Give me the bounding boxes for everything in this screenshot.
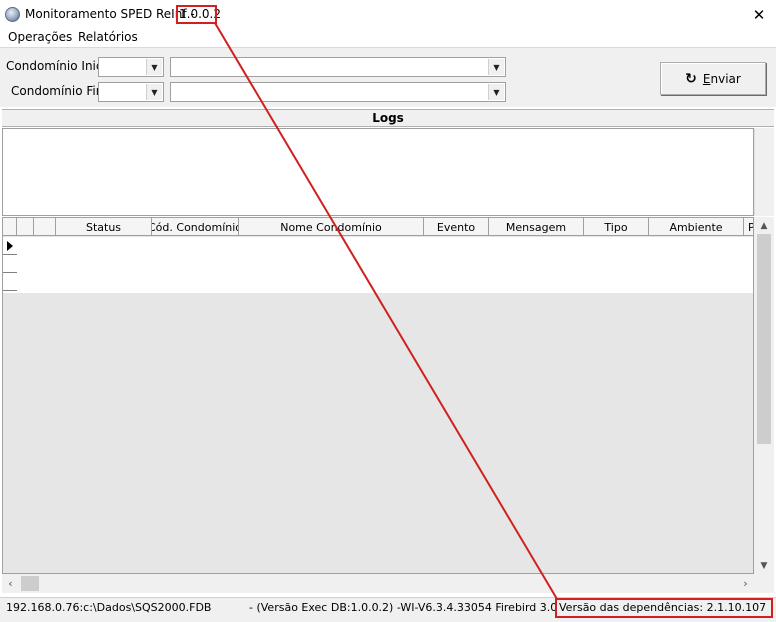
menu-operacoes[interactable]: Operações: [8, 30, 72, 44]
status-exec-info: - (Versão Exec DB:1.0.0.2) -WI-V6.3.4.33…: [249, 601, 558, 614]
logs-header: Logs: [2, 109, 774, 127]
current-row-arrow-icon: [7, 241, 13, 251]
grid-header-cod-condominio[interactable]: Cód. Condomínio: [152, 218, 239, 236]
grid-header-tipo[interactable]: Tipo: [584, 218, 649, 236]
initial-condo-name-select[interactable]: ▼: [170, 57, 506, 77]
grid-header: Status Cód. Condomínio Nome Condomínio E…: [3, 218, 753, 236]
scroll-up-icon[interactable]: ▲: [754, 217, 774, 234]
grid-body[interactable]: [3, 237, 753, 293]
grid-header-select[interactable]: [17, 218, 34, 236]
logs-scrollbar[interactable]: [754, 128, 774, 216]
chevron-down-icon[interactable]: ▼: [488, 59, 504, 75]
grid-vertical-scrollbar[interactable]: ▲ ▼: [754, 217, 774, 574]
grid-header-p[interactable]: P: [744, 218, 753, 236]
scrollbar-corner: [754, 574, 774, 593]
horizontal-scroll-thumb[interactable]: [21, 576, 39, 591]
refresh-icon: ↻: [685, 70, 697, 87]
scroll-down-icon[interactable]: ▼: [754, 557, 774, 574]
grid-header-status[interactable]: Status: [56, 218, 152, 236]
grid-header-nome-condominio[interactable]: Nome Condomínio: [239, 218, 424, 236]
grid-horizontal-scrollbar[interactable]: ‹ ›: [2, 574, 754, 593]
grid-header-mensagem[interactable]: Mensagem: [489, 218, 584, 236]
chevron-down-icon[interactable]: ▼: [488, 84, 504, 100]
close-icon[interactable]: ✕: [746, 3, 772, 27]
status-database: 192.168.0.76:c:\Dados\SQS2000.FDB: [6, 601, 212, 614]
logs-textarea[interactable]: [2, 128, 754, 216]
grid-header-blank: [34, 218, 56, 236]
scroll-left-icon[interactable]: ‹: [2, 574, 19, 593]
annotation-box-dependencies: [555, 598, 773, 618]
send-button-label: Enviar: [702, 71, 741, 86]
grid-header-indicator: [3, 218, 17, 236]
events-grid[interactable]: Status Cód. Condomínio Nome Condomínio E…: [2, 217, 754, 574]
final-condo-name-select[interactable]: ▼: [170, 82, 506, 102]
grid-header-evento[interactable]: Evento: [424, 218, 489, 236]
grid-header-ambiente[interactable]: Ambiente: [649, 218, 744, 236]
initial-condo-code-select[interactable]: ▼: [98, 57, 164, 77]
final-condo-code-select[interactable]: ▼: [98, 82, 164, 102]
vertical-scroll-thumb[interactable]: [757, 234, 771, 444]
row-indicator-1[interactable]: [3, 237, 17, 255]
chevron-down-icon[interactable]: ▼: [146, 84, 162, 100]
send-button[interactable]: ↻ Enviar: [660, 62, 766, 95]
menu-relatorios[interactable]: Relatórios: [78, 30, 138, 44]
app-globe-icon: [5, 7, 20, 22]
annotation-box-version: [176, 5, 217, 24]
row-indicator-3[interactable]: [3, 273, 17, 291]
chevron-down-icon[interactable]: ▼: [146, 59, 162, 75]
scroll-right-icon[interactable]: ›: [737, 574, 754, 593]
window-title: Monitoramento SPED ReInf -: [25, 7, 195, 21]
row-indicator-2[interactable]: [3, 255, 17, 273]
